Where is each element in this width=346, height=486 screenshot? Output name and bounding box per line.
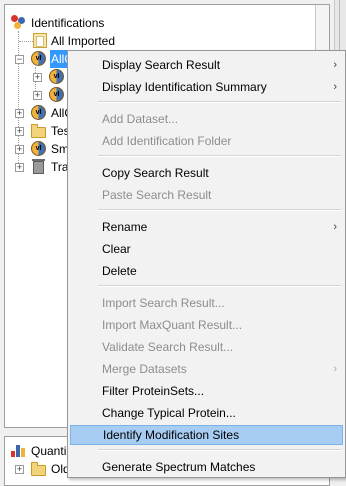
- tree-item-label: All Imported: [51, 34, 116, 48]
- menu-item-display-search-result[interactable]: Display Search Result ›: [70, 55, 343, 75]
- identification-icon: vI: [31, 105, 46, 120]
- menu-item-import-maxquant-result[interactable]: Import MaxQuant Result...: [70, 315, 343, 335]
- expand-icon[interactable]: +: [15, 163, 24, 172]
- menu-item-generate-spectrum-matches[interactable]: Generate Spectrum Matches: [70, 457, 343, 477]
- menu-item-label: Merge Datasets: [102, 362, 187, 376]
- tree-root-label: Quanti: [31, 444, 67, 458]
- menu-separator: [98, 155, 341, 157]
- menu-item-label: Generate Spectrum Matches: [102, 460, 256, 474]
- identification-icon: vI: [31, 141, 46, 156]
- trash-icon: [32, 159, 45, 174]
- expand-icon[interactable]: +: [15, 109, 24, 118]
- all-imported-icon: [33, 33, 47, 48]
- menu-item-clear[interactable]: Clear: [70, 239, 343, 259]
- menu-item-label: Validate Search Result...: [102, 340, 234, 354]
- quantitation-icon: [11, 444, 26, 457]
- tree-item-all-imported[interactable]: All Imported: [33, 32, 233, 50]
- identification-icon: vI: [49, 87, 64, 102]
- menu-separator: [98, 449, 341, 451]
- menu-item-label: Filter ProteinSets...: [102, 384, 205, 398]
- menu-item-label: Delete: [102, 264, 137, 278]
- expand-icon[interactable]: +: [33, 73, 42, 82]
- menu-item-change-typical-protein[interactable]: Change Typical Protein...: [70, 403, 343, 423]
- submenu-arrow-icon: ›: [333, 59, 337, 71]
- menu-item-add-identification-folder[interactable]: Add Identification Folder: [70, 131, 343, 151]
- menu-item-label: Paste Search Result: [102, 188, 212, 202]
- menu-item-label: Change Typical Protein...: [102, 406, 236, 420]
- tree-root-label: Identifications: [31, 16, 105, 30]
- menu-item-paste-search-result[interactable]: Paste Search Result: [70, 185, 343, 205]
- tree-root-identifications[interactable]: Identifications: [11, 14, 211, 32]
- menu-item-label: Add Dataset...: [102, 112, 179, 126]
- identification-icon: vI: [31, 51, 46, 66]
- context-menu: Display Search Result › Display Identifi…: [67, 50, 346, 478]
- menu-item-label: Import MaxQuant Result...: [102, 318, 243, 332]
- menu-separator: [98, 285, 341, 287]
- submenu-arrow-icon: ›: [333, 363, 337, 375]
- tree-item-label: Tra: [51, 160, 69, 174]
- menu-item-merge-datasets[interactable]: Merge Datasets ›: [70, 359, 343, 379]
- menu-separator: [98, 209, 341, 211]
- menu-item-identify-modification-sites[interactable]: Identify Modification Sites: [70, 425, 343, 445]
- expand-icon[interactable]: +: [15, 127, 24, 136]
- menu-separator: [98, 101, 341, 103]
- menu-item-label: Display Identification Summary: [102, 80, 267, 94]
- menu-item-label: Rename: [102, 220, 148, 234]
- expand-icon[interactable]: +: [15, 465, 24, 474]
- collapse-icon[interactable]: −: [15, 55, 24, 64]
- submenu-arrow-icon: ›: [333, 221, 337, 233]
- menu-item-add-dataset[interactable]: Add Dataset...: [70, 109, 343, 129]
- menu-item-label: Display Search Result: [102, 58, 221, 72]
- menu-item-display-identification-summary[interactable]: Display Identification Summary ›: [70, 77, 343, 97]
- menu-item-label: Identify Modification Sites: [103, 428, 240, 442]
- menu-item-label: Copy Search Result: [102, 166, 209, 180]
- menu-item-copy-search-result[interactable]: Copy Search Result: [70, 163, 343, 183]
- menu-item-delete[interactable]: Delete: [70, 261, 343, 281]
- identification-icon: vI: [49, 69, 64, 84]
- menu-item-label: Import Search Result...: [102, 296, 225, 310]
- menu-item-filter-proteinsets[interactable]: Filter ProteinSets...: [70, 381, 343, 401]
- expand-icon[interactable]: +: [33, 91, 42, 100]
- menu-item-import-search-result[interactable]: Import Search Result...: [70, 293, 343, 313]
- menu-item-validate-search-result[interactable]: Validate Search Result...: [70, 337, 343, 357]
- menu-item-label: Add Identification Folder: [102, 134, 232, 148]
- submenu-arrow-icon: ›: [333, 81, 337, 93]
- folder-icon: [31, 124, 46, 138]
- expand-icon[interactable]: +: [15, 145, 24, 154]
- identifications-root-icon: [11, 15, 27, 30]
- menu-item-rename[interactable]: Rename ›: [70, 217, 343, 237]
- tree-guide-line: [19, 41, 33, 42]
- folder-icon: [31, 462, 46, 476]
- menu-item-label: Clear: [102, 242, 131, 256]
